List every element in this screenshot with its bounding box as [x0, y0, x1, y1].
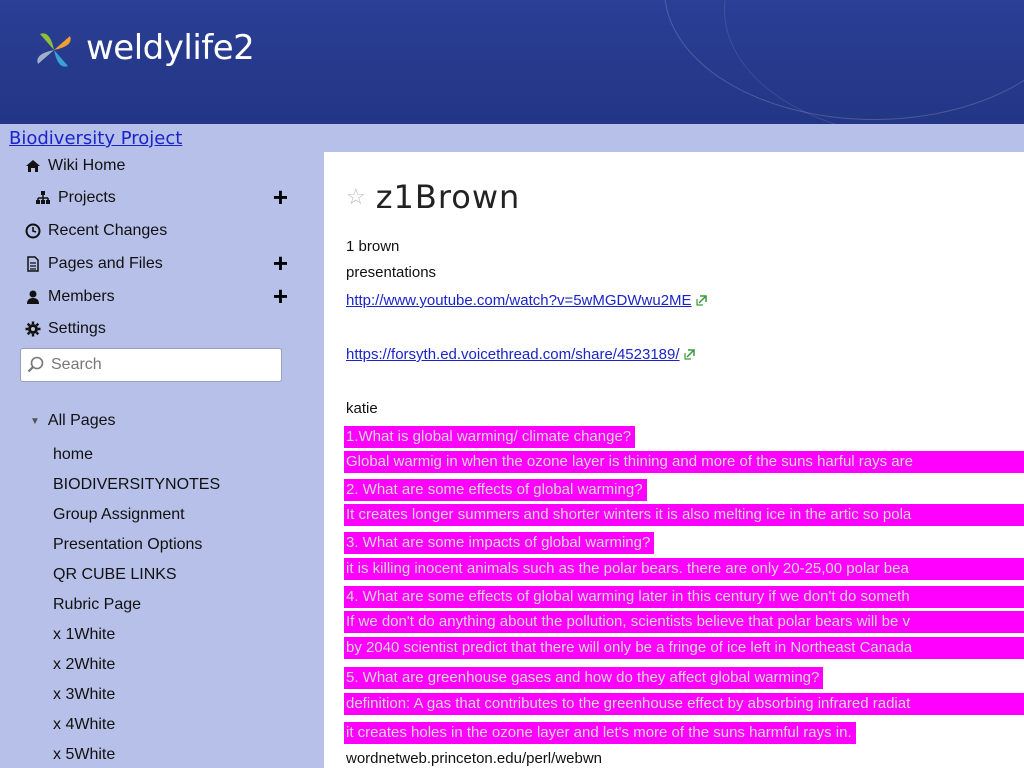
clock-icon: [24, 222, 42, 240]
youtube-link[interactable]: http://www.youtube.com/watch?v=5wMGDWwu2…: [346, 292, 692, 309]
external-link-icon: [695, 295, 707, 306]
sitemap-icon: [34, 189, 52, 207]
sidebar-item-members[interactable]: Members +: [24, 283, 300, 309]
voicethread-link-row: https://forsyth.ed.voicethread.com/share…: [346, 344, 695, 366]
highlighted-question: 2. What are some effects of global warmi…: [344, 479, 647, 501]
page-title-row: ☆ z1Brown: [346, 178, 520, 216]
page-content: ☆ z1Brown 1 brown presentations http://w…: [324, 152, 1024, 768]
content-text: presentations: [346, 264, 437, 281]
add-project-button[interactable]: +: [273, 184, 288, 210]
search-box[interactable]: [20, 348, 282, 382]
highlighted-question: 4. What are some effects of global warmi…: [344, 586, 1024, 608]
document-icon: [24, 255, 42, 273]
search-input[interactable]: [51, 356, 271, 374]
content-text: wordnetweb.princeton.edu/perl/webwn: [346, 750, 602, 767]
page-title: z1Brown: [375, 178, 521, 216]
highlighted-answer: it creates holes in the ozone layer and …: [344, 722, 856, 744]
sidebar-item-pages-and-files[interactable]: Pages and Files +: [24, 250, 300, 276]
all-pages-label: All Pages: [47, 412, 116, 429]
site-title[interactable]: weldylife2: [86, 28, 255, 68]
sidebar-item-label: Wiki Home: [48, 157, 126, 174]
add-page-button[interactable]: +: [273, 250, 288, 276]
sidebar-item-label: Pages and Files: [48, 255, 163, 272]
page-link-x-4white[interactable]: x 4White: [53, 714, 115, 736]
sidebar-item-label: Recent Changes: [48, 222, 168, 239]
project-link[interactable]: Biodiversity Project: [9, 128, 182, 149]
triangle-down-icon: ▼: [30, 415, 40, 427]
highlighted-answer: It creates longer summers and shorter wi…: [344, 504, 1024, 526]
page-link-group-assignment[interactable]: Group Assignment: [53, 504, 185, 526]
author-name: katie: [346, 400, 378, 417]
page-link-biodiversitynotes[interactable]: BIODIVERSITYNOTES: [53, 474, 220, 496]
page-link-rubric-page[interactable]: Rubric Page: [53, 594, 141, 616]
highlighted-question: 3. What are some impacts of global warmi…: [344, 532, 655, 554]
page-link-x-1white[interactable]: x 1White: [53, 624, 115, 646]
gear-icon: [24, 320, 42, 338]
sidebar-item-label: Settings: [48, 320, 106, 337]
home-icon: [24, 157, 42, 175]
sidebar-item-recent-changes[interactable]: Recent Changes: [24, 219, 300, 243]
site-header: weldylife2: [0, 0, 1024, 124]
sidebar-item-label: Projects: [58, 189, 116, 206]
highlighted-answer: definition: A gas that contributes to th…: [344, 693, 1024, 715]
search-icon: [27, 356, 44, 373]
star-icon[interactable]: ☆: [346, 184, 366, 210]
sidebar-item-projects[interactable]: Projects +: [34, 184, 300, 210]
page-link-x-3white[interactable]: x 3White: [53, 684, 115, 706]
highlighted-answer: it is killing inocent animals such as th…: [344, 558, 1024, 580]
pinwheel-logo-icon[interactable]: [30, 26, 78, 74]
sidebar-item-label: Members: [48, 288, 115, 305]
sidebar-item-settings[interactable]: Settings: [24, 317, 300, 341]
page-link-home[interactable]: home: [53, 444, 93, 466]
sidebar-item-wiki-home[interactable]: Wiki Home: [24, 154, 300, 178]
all-pages-toggle[interactable]: ▼ All Pages: [30, 412, 116, 430]
user-icon: [24, 288, 42, 306]
highlighted-answer: by 2040 scientist predict that there wil…: [344, 637, 1024, 659]
voicethread-link[interactable]: https://forsyth.ed.voicethread.com/share…: [346, 346, 680, 363]
youtube-link-row: http://www.youtube.com/watch?v=5wMGDWwu2…: [346, 290, 707, 312]
highlighted-answer: Global warmig in when the ozone layer is…: [344, 451, 1024, 473]
content-text: 1 brown: [346, 238, 400, 255]
add-member-button[interactable]: +: [273, 283, 288, 309]
external-link-icon: [683, 349, 695, 360]
highlighted-answer: If we don't do anything about the pollut…: [344, 611, 1024, 633]
highlighted-question: 1.What is global warming/ climate change…: [344, 426, 636, 448]
page-link-qr-cube-links[interactable]: QR CUBE LINKS: [53, 564, 177, 586]
highlighted-question: 5. What are greenhouse gases and how do …: [344, 667, 824, 689]
header-decoration: [724, 0, 1024, 124]
page-link-x-2white[interactable]: x 2White: [53, 654, 115, 676]
page-link-x-5white[interactable]: x 5White: [53, 744, 115, 766]
page-link-presentation-options[interactable]: Presentation Options: [53, 534, 202, 556]
